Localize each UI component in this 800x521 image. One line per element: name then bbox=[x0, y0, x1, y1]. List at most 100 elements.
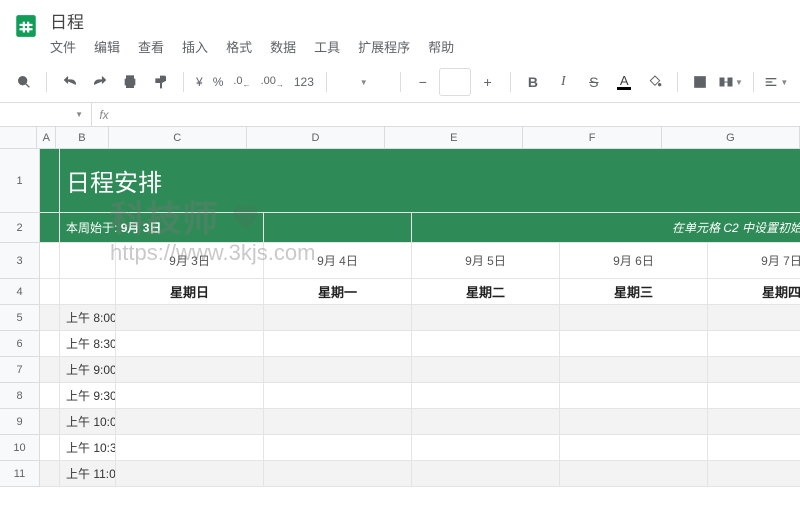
row-header-3[interactable]: 3 bbox=[0, 243, 40, 279]
cell[interactable] bbox=[264, 409, 412, 435]
hint-cell[interactable]: 在单元格 C2 中设置初始日期。第 bbox=[412, 213, 800, 243]
menu-tools[interactable]: 工具 bbox=[314, 37, 340, 56]
menu-file[interactable]: 文件 bbox=[50, 37, 76, 56]
menu-format[interactable]: 格式 bbox=[226, 37, 252, 56]
cell[interactable] bbox=[560, 331, 708, 357]
date-cell[interactable]: 9月 3日 bbox=[116, 243, 264, 279]
undo-icon[interactable] bbox=[55, 68, 83, 96]
borders-button[interactable] bbox=[686, 68, 714, 96]
row-header-2[interactable]: 2 bbox=[0, 213, 40, 243]
time-cell[interactable]: 上午 10:00 bbox=[60, 409, 116, 435]
col-header-B[interactable]: B bbox=[56, 127, 108, 149]
merge-cells-button[interactable]: ▼ bbox=[716, 68, 744, 96]
cell[interactable] bbox=[264, 461, 412, 487]
cell[interactable] bbox=[40, 357, 60, 383]
time-cell[interactable]: 上午 8:30 bbox=[60, 331, 116, 357]
cell[interactable] bbox=[40, 149, 60, 213]
cell[interactable] bbox=[708, 357, 800, 383]
row-header-10[interactable]: 10 bbox=[0, 435, 40, 461]
menu-insert[interactable]: 插入 bbox=[182, 37, 208, 56]
cell[interactable] bbox=[116, 435, 264, 461]
cell[interactable] bbox=[40, 279, 60, 305]
menu-extensions[interactable]: 扩展程序 bbox=[358, 37, 410, 56]
cell[interactable] bbox=[412, 383, 560, 409]
font-size-decrease-icon[interactable]: − bbox=[409, 68, 437, 96]
cell[interactable] bbox=[412, 435, 560, 461]
time-cell[interactable]: 上午 10:30 bbox=[60, 435, 116, 461]
row-header-1[interactable]: 1 bbox=[0, 149, 40, 213]
cell[interactable] bbox=[560, 305, 708, 331]
day-cell[interactable]: 星期日 bbox=[116, 279, 264, 305]
day-cell[interactable]: 星期二 bbox=[412, 279, 560, 305]
cell[interactable] bbox=[560, 357, 708, 383]
cell[interactable] bbox=[708, 331, 800, 357]
font-size-input[interactable] bbox=[439, 68, 471, 96]
time-cell[interactable]: 上午 8:00 bbox=[60, 305, 116, 331]
menu-view[interactable]: 查看 bbox=[138, 37, 164, 56]
col-header-A[interactable]: A bbox=[37, 127, 56, 149]
cell[interactable] bbox=[40, 383, 60, 409]
cell[interactable] bbox=[116, 305, 264, 331]
horizontal-align-button[interactable]: ▼ bbox=[762, 68, 790, 96]
row-header-6[interactable]: 6 bbox=[0, 331, 40, 357]
week-start-cell[interactable]: 本周始于: 9月 3日 bbox=[60, 213, 264, 243]
cell[interactable] bbox=[60, 279, 116, 305]
cell[interactable] bbox=[708, 383, 800, 409]
col-header-E[interactable]: E bbox=[385, 127, 523, 149]
col-header-D[interactable]: D bbox=[247, 127, 385, 149]
cell[interactable] bbox=[264, 435, 412, 461]
time-cell[interactable]: 上午 11:00 bbox=[60, 461, 116, 487]
cell[interactable] bbox=[40, 213, 60, 243]
menu-help[interactable]: 帮助 bbox=[428, 37, 454, 56]
row-header-5[interactable]: 5 bbox=[0, 305, 40, 331]
col-header-C[interactable]: C bbox=[109, 127, 247, 149]
name-box[interactable]: ▼ bbox=[0, 103, 92, 126]
cell[interactable] bbox=[560, 383, 708, 409]
fill-color-button[interactable] bbox=[640, 68, 668, 96]
cell[interactable] bbox=[412, 305, 560, 331]
document-title[interactable]: 日程 bbox=[50, 6, 788, 37]
row-header-9[interactable]: 9 bbox=[0, 409, 40, 435]
cell[interactable] bbox=[116, 409, 264, 435]
time-cell[interactable]: 上午 9:00 bbox=[60, 357, 116, 383]
row-header-8[interactable]: 8 bbox=[0, 383, 40, 409]
cell[interactable] bbox=[40, 305, 60, 331]
cell[interactable] bbox=[40, 243, 60, 279]
cell[interactable] bbox=[708, 409, 800, 435]
select-all-corner[interactable] bbox=[0, 127, 37, 149]
time-cell[interactable]: 上午 9:30 bbox=[60, 383, 116, 409]
cell[interactable] bbox=[560, 435, 708, 461]
col-header-F[interactable]: F bbox=[523, 127, 661, 149]
redo-icon[interactable] bbox=[86, 68, 114, 96]
col-header-G[interactable]: G bbox=[662, 127, 800, 149]
cell[interactable] bbox=[412, 461, 560, 487]
date-cell[interactable]: 9月 7日 bbox=[708, 243, 800, 279]
currency-button[interactable]: ¥ bbox=[192, 75, 207, 89]
font-size-increase-icon[interactable]: + bbox=[473, 68, 501, 96]
row-header-4[interactable]: 4 bbox=[0, 279, 40, 305]
bold-button[interactable]: B bbox=[519, 68, 547, 96]
row-header-11[interactable]: 11 bbox=[0, 461, 40, 487]
cell[interactable] bbox=[412, 357, 560, 383]
cell[interactable] bbox=[116, 357, 264, 383]
menu-edit[interactable]: 编辑 bbox=[94, 37, 120, 56]
cell[interactable] bbox=[40, 331, 60, 357]
font-picker[interactable]: ▼ bbox=[335, 68, 392, 96]
date-cell[interactable]: 9月 4日 bbox=[264, 243, 412, 279]
strikethrough-button[interactable]: S bbox=[580, 68, 608, 96]
cell[interactable] bbox=[264, 331, 412, 357]
formula-input[interactable] bbox=[116, 103, 800, 126]
date-cell[interactable]: 9月 5日 bbox=[412, 243, 560, 279]
cell[interactable] bbox=[60, 243, 116, 279]
decrease-decimal-button[interactable]: .0← bbox=[229, 75, 254, 89]
menu-data[interactable]: 数据 bbox=[270, 37, 296, 56]
day-cell[interactable]: 星期一 bbox=[264, 279, 412, 305]
cell[interactable] bbox=[116, 383, 264, 409]
date-cell[interactable]: 9月 6日 bbox=[560, 243, 708, 279]
cell[interactable] bbox=[708, 461, 800, 487]
paint-format-icon[interactable] bbox=[147, 68, 175, 96]
percent-button[interactable]: % bbox=[209, 75, 228, 89]
cell[interactable] bbox=[560, 409, 708, 435]
cell[interactable] bbox=[412, 409, 560, 435]
day-cell[interactable]: 星期三 bbox=[560, 279, 708, 305]
